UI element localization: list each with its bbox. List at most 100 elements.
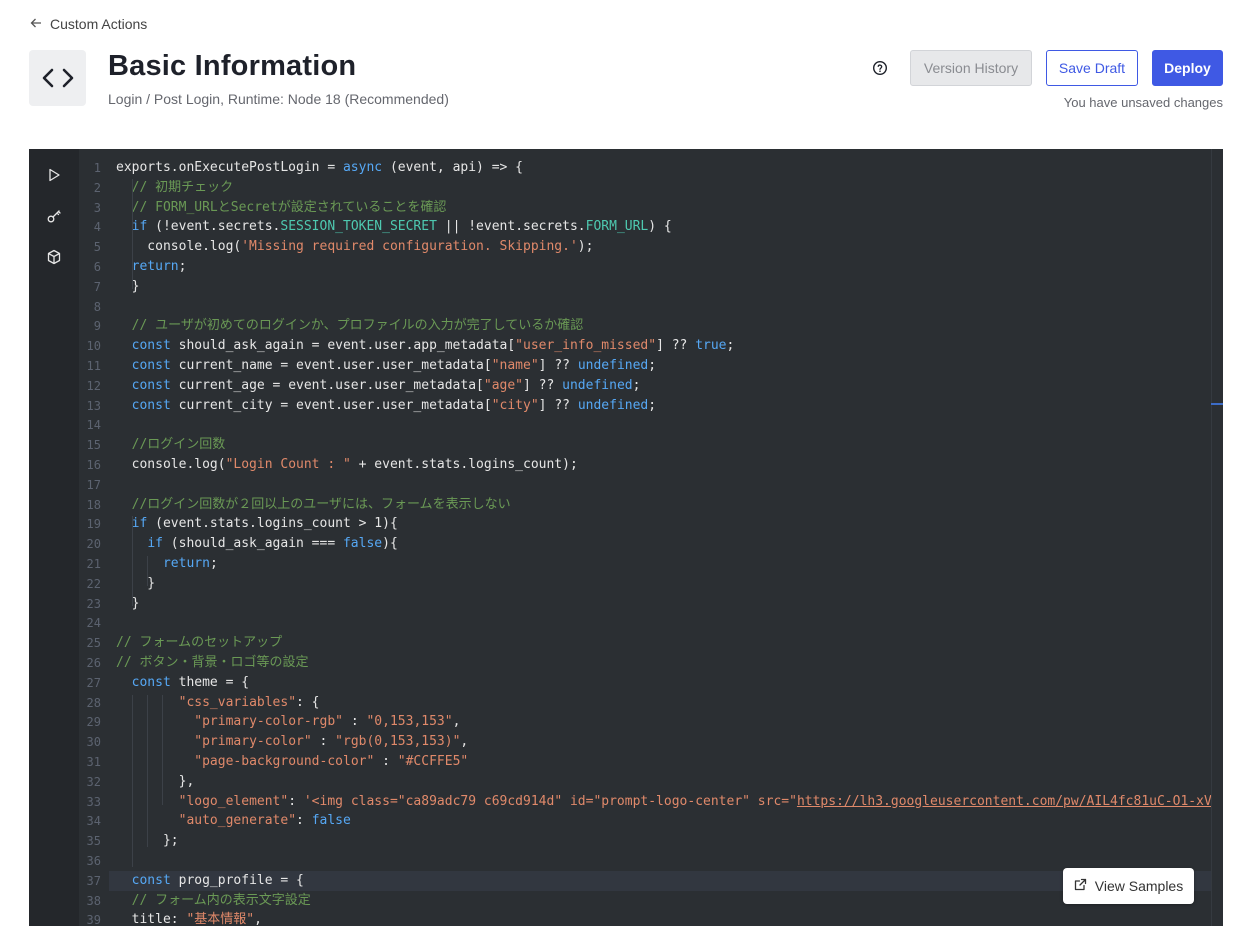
- line-number: 28: [86, 695, 101, 710]
- version-history-button[interactable]: Version History: [910, 50, 1032, 86]
- arrow-left-icon: [30, 16, 42, 32]
- code-token: 'Missing required configuration. Skippin…: [241, 239, 578, 255]
- code-line[interactable]: }: [116, 594, 140, 614]
- play-icon[interactable]: [44, 165, 64, 185]
- code-line[interactable]: // フォームのセットアップ: [116, 633, 282, 653]
- code-line[interactable]: //ログイン回数が２回以上のユーザには、フォームを表示しない: [116, 495, 511, 515]
- code-line[interactable]: if (!event.secrets.SESSION_TOKEN_SECRET …: [116, 217, 672, 237]
- code-line[interactable]: if (event.stats.logins_count > 1){: [116, 514, 398, 534]
- code-token: current_name = event.user.user_metadata[: [170, 358, 492, 373]
- code-token: // ユーザが初めてのログインか、プロファイルの入力が完了しているか確認: [131, 318, 584, 334]
- code-token: :: [343, 714, 367, 730]
- code-line[interactable]: }: [116, 277, 140, 297]
- line-number: 39: [86, 913, 101, 926]
- code-token: ,: [452, 714, 461, 730]
- line-number: 4: [93, 220, 101, 235]
- code-line[interactable]: "primary-color-rgb" : "0,153,153",: [116, 712, 460, 732]
- code-token: }: [116, 595, 140, 611]
- back-to-custom-actions-link[interactable]: Custom Actions: [30, 16, 147, 32]
- package-icon[interactable]: [44, 247, 64, 267]
- code-line[interactable]: console.log('Missing required configurat…: [116, 237, 593, 257]
- code-token: const: [131, 358, 171, 373]
- code-token: should_ask_again = event.user.app_metada…: [170, 338, 516, 354]
- code-line[interactable]: },: [116, 772, 195, 792]
- code-line[interactable]: // FORM_URLとSecretが設定されていることを確認: [116, 198, 447, 218]
- code-line[interactable]: // 初期チェック: [116, 178, 233, 198]
- line-number: 12: [86, 378, 101, 393]
- code-token: "city": [491, 397, 539, 413]
- code-line[interactable]: const current_city = event.user.user_met…: [116, 396, 656, 416]
- code-line[interactable]: const prog_profile = {: [116, 871, 304, 891]
- view-samples-button[interactable]: View Samples: [1063, 868, 1194, 904]
- line-number: 1: [93, 161, 101, 175]
- code-token: ;: [726, 338, 735, 354]
- line-number: 8: [93, 299, 101, 314]
- code-line[interactable]: if (should_ask_again === false){: [116, 534, 397, 554]
- code-token: if: [131, 516, 148, 532]
- code-token: undefined: [577, 397, 649, 413]
- line-number: 5: [93, 240, 101, 255]
- code-line[interactable]: title: "基本情報",: [116, 910, 262, 926]
- help-icon[interactable]: [872, 60, 888, 76]
- line-number: 15: [86, 438, 101, 453]
- code-line[interactable]: "logo_element": '<img class="ca89adc79 c…: [116, 792, 1223, 812]
- code-line[interactable]: exports.onExecutePostLogin = async (even…: [116, 158, 523, 178]
- line-number: 7: [93, 279, 101, 294]
- code-line[interactable]: const current_age = event.user.user_meta…: [116, 376, 641, 396]
- code-token: // FORM_URLとSecretが設定されていることを確認: [131, 199, 447, 215]
- code-token: // フォーム内の表示文字設定: [131, 892, 311, 908]
- code-token: ] ??: [523, 377, 563, 393]
- unsaved-changes-status: You have unsaved changes: [1063, 95, 1223, 110]
- code-token: : {: [296, 694, 320, 710]
- code-line[interactable]: "auto_generate": false: [116, 811, 351, 831]
- code-line[interactable]: // ユーザが初めてのログインか、プロファイルの入力が完了しているか確認: [116, 316, 584, 336]
- code-line[interactable]: const theme = {: [116, 673, 249, 693]
- line-number: 13: [86, 398, 101, 413]
- code-token: (!event.secrets.: [147, 219, 281, 235]
- key-icon[interactable]: [44, 206, 64, 226]
- code-line[interactable]: "page-background-color" : "#CCFFE5": [116, 752, 468, 772]
- editor-scrollbar[interactable]: [1211, 149, 1223, 926]
- code-token: );: [577, 239, 594, 255]
- save-draft-button[interactable]: Save Draft: [1046, 50, 1138, 86]
- code-line[interactable]: // ボタン・背景・ロゴ等の設定: [116, 653, 308, 673]
- line-number: 10: [86, 339, 101, 354]
- code-token: true: [695, 338, 727, 354]
- line-number: 19: [86, 517, 101, 532]
- deploy-button[interactable]: Deploy: [1152, 50, 1223, 86]
- code-line[interactable]: // フォーム内の表示文字設定: [116, 891, 311, 911]
- code-token: console.log(: [116, 239, 242, 255]
- code-line[interactable]: return;: [116, 257, 187, 277]
- code-token: (should_ask_again ===: [162, 536, 343, 552]
- line-number: 2: [93, 180, 101, 195]
- indent-guide: [147, 556, 148, 586]
- code-token: const: [131, 377, 171, 393]
- line-number: 20: [86, 537, 101, 552]
- code-token: (event, api) => {: [382, 160, 524, 175]
- code-token: :: [374, 754, 398, 769]
- code-editor[interactable]: 1 2 3 4 5 6 7 8 9 10 11 12 13 14 15 16 17 18 19 20 21 22 23 24 2…: [29, 149, 1223, 926]
- line-number: 6: [93, 260, 101, 274]
- code-line[interactable]: }: [116, 574, 155, 594]
- code-line[interactable]: const current_name = event.user.user_met…: [116, 356, 656, 376]
- indent-guide: [132, 516, 133, 606]
- code-token: prog_profile = {: [170, 872, 304, 888]
- indent-guide: [147, 695, 148, 847]
- indent-guide: [132, 179, 133, 289]
- code-line[interactable]: "primary-color" : "rgb(0,153,153)",: [116, 732, 468, 752]
- code-line[interactable]: console.log("Login Count : " + event.sta…: [116, 455, 578, 475]
- view-samples-label: View Samples: [1094, 878, 1184, 894]
- code-token: ] ??: [538, 358, 578, 373]
- scroll-position-marker: [1211, 403, 1223, 405]
- code-line[interactable]: //ログイン回数: [116, 435, 226, 455]
- code-token: ;: [648, 358, 657, 373]
- code-lines[interactable]: exports.onExecutePostLogin = async (even…: [116, 149, 1223, 926]
- code-token: ,: [254, 912, 262, 926]
- code-line[interactable]: const should_ask_again = event.user.app_…: [116, 336, 735, 356]
